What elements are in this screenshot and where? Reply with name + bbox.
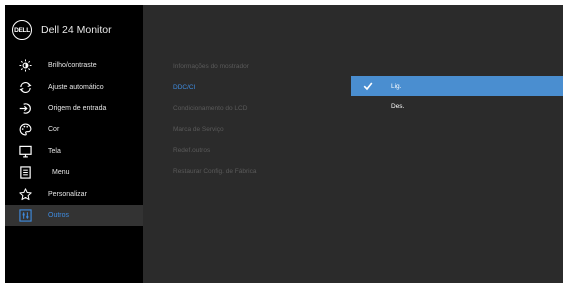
input-source-icon bbox=[18, 101, 32, 115]
display-icon bbox=[18, 144, 32, 158]
menu-item-label: Menu bbox=[52, 169, 70, 177]
menu-item-display[interactable]: Tela bbox=[5, 141, 143, 162]
osd-header: DELL Dell 24 Monitor bbox=[5, 5, 143, 55]
monitor-title: Dell 24 Monitor bbox=[41, 24, 112, 36]
brightness-icon bbox=[18, 59, 32, 73]
option-label: Des. bbox=[391, 102, 405, 110]
main-menu: Brilho/contraste Ajuste automático Orige… bbox=[5, 55, 143, 226]
submenu-item-service-tag[interactable]: Marca de Serviço bbox=[173, 126, 224, 133]
submenu-item-factory-reset[interactable]: Restaurar Config. de Fábrica bbox=[173, 168, 256, 175]
submenu-item-reset-others[interactable]: Redef.outros bbox=[173, 147, 210, 154]
submenu-item-display-info[interactable]: Informações do mostrador bbox=[173, 63, 249, 70]
menu-item-label: Tela bbox=[48, 147, 61, 155]
option-label: Lig. bbox=[391, 82, 402, 90]
submenu-item-ddc-ci[interactable]: DDC/CI bbox=[173, 84, 195, 91]
menu-item-label: Brilho/contraste bbox=[48, 62, 97, 70]
menu-icon bbox=[18, 166, 32, 180]
menu-item-auto-adjust[interactable]: Ajuste automático bbox=[5, 76, 143, 97]
others-icon bbox=[18, 208, 32, 222]
menu-item-label: Outros bbox=[48, 211, 70, 219]
menu-item-label: Origem de entrada bbox=[48, 104, 107, 112]
main-menu-sidebar: DELL Dell 24 Monitor Brilho/contraste Aj… bbox=[5, 5, 143, 283]
menu-item-label: Cor bbox=[48, 126, 60, 134]
dell-logo-text: DELL bbox=[14, 26, 30, 34]
menu-item-input-source[interactable]: Origem de entrada bbox=[5, 98, 143, 119]
dell-logo: DELL bbox=[12, 20, 32, 40]
menu-item-color[interactable]: Cor bbox=[5, 119, 143, 140]
menu-item-brightness-contrast[interactable]: Brilho/contraste bbox=[5, 55, 143, 76]
menu-item-label: Ajuste automático bbox=[48, 83, 104, 91]
auto-adjust-icon bbox=[18, 80, 32, 94]
checkmark-icon bbox=[351, 81, 385, 91]
menu-item-others[interactable]: Outros bbox=[5, 204, 143, 226]
menu-item-personalize[interactable]: Personalizar bbox=[5, 183, 143, 204]
option-on[interactable]: Lig. bbox=[351, 76, 563, 96]
menu-item-menu[interactable]: Menu bbox=[5, 162, 143, 183]
monitor-osd: DELL Dell 24 Monitor Brilho/contraste Aj… bbox=[5, 5, 563, 283]
menu-item-label: Personalizar bbox=[48, 190, 87, 198]
submenu-item-lcd-conditioning[interactable]: Condicionamento do LCD bbox=[173, 105, 247, 112]
option-off[interactable]: Des. bbox=[351, 96, 563, 116]
star-icon bbox=[18, 187, 32, 201]
ddc-ci-options: Lig. Des. bbox=[351, 76, 563, 116]
color-icon bbox=[18, 123, 32, 137]
